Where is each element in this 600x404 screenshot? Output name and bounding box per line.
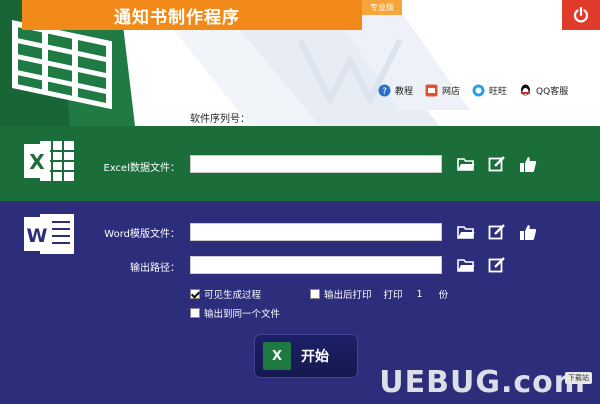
folder-icon: [457, 158, 475, 171]
link-tutorial[interactable]: ? 教程: [378, 84, 413, 97]
excel-open-folder-button[interactable]: [456, 154, 476, 174]
excel-like-button[interactable]: [518, 154, 538, 174]
excel-icon: X: [24, 141, 74, 181]
power-button[interactable]: [562, 0, 600, 30]
excel-file-input[interactable]: [190, 155, 442, 173]
print-after-checkbox[interactable]: [310, 289, 320, 299]
watermark: UEBUG.com: [379, 365, 586, 400]
shop-icon: [425, 84, 438, 97]
same-file-option[interactable]: 输出到同一个文件: [190, 306, 280, 320]
link-tutorial-label: 教程: [395, 87, 414, 97]
svg-text:X: X: [29, 150, 45, 174]
same-file-label: 输出到同一个文件: [204, 309, 281, 320]
link-wangwang-label: 旺旺: [489, 87, 508, 97]
start-button-label: 开始: [301, 349, 329, 365]
copies-value[interactable]: 1: [417, 289, 423, 300]
qq-icon: [519, 84, 532, 97]
output-open-folder-button[interactable]: [456, 255, 476, 275]
word-edit-button[interactable]: [487, 222, 507, 242]
excel-edit-button[interactable]: [487, 154, 507, 174]
title-bar: 通知书制作程序: [22, 0, 362, 30]
wangwang-icon: [472, 84, 485, 97]
word-icon: W: [24, 214, 74, 254]
word-like-button[interactable]: [518, 222, 538, 242]
header: 通知书制作程序 专业版 ? 教程 网店 旺旺 QQ客服 软件序列号：: [0, 0, 600, 126]
word-template-input[interactable]: [190, 223, 442, 241]
tutorial-icon: ?: [378, 84, 391, 97]
output-path-label: 输出路径：: [130, 263, 180, 274]
folder-icon: [457, 259, 475, 272]
header-links: ? 教程 网店 旺旺 QQ客服: [378, 84, 568, 97]
copies-unit: 份: [438, 290, 449, 301]
thumbs-up-icon: [520, 157, 537, 172]
watermark-tag: 下载站: [565, 372, 592, 384]
print-after-option[interactable]: 输出后打印 打印 1 份: [310, 287, 448, 301]
app-window: 通知书制作程序 专业版 ? 教程 网店 旺旺 QQ客服 软件序列号： X Exc…: [0, 0, 600, 404]
print-label: 打印: [383, 290, 403, 301]
svg-text:W: W: [27, 225, 48, 247]
excel-section: X Excel数据文件：: [0, 126, 600, 201]
same-file-checkbox[interactable]: [190, 308, 200, 318]
visible-process-option[interactable]: 可见生成过程: [190, 287, 261, 301]
folder-icon: [457, 226, 475, 239]
power-icon: [573, 6, 589, 23]
word-open-folder-button[interactable]: [456, 222, 476, 242]
visible-process-label: 可见生成过程: [204, 290, 262, 301]
serial-number-label: 软件序列号：: [190, 114, 250, 125]
link-shop[interactable]: 网店: [425, 84, 460, 97]
print-after-label: 输出后打印: [324, 290, 372, 301]
link-qq-label: QQ客服: [536, 87, 569, 97]
excel-icon: X: [263, 342, 291, 370]
link-qq[interactable]: QQ客服: [519, 84, 568, 97]
visible-process-checkbox[interactable]: [190, 289, 200, 299]
edition-badge: 专业版: [362, 0, 402, 15]
link-wangwang[interactable]: 旺旺: [472, 84, 507, 97]
app-title: 通知书制作程序: [114, 7, 240, 28]
excel-file-label: Excel数据文件：: [103, 163, 181, 174]
svg-text:?: ?: [382, 87, 387, 97]
output-path-input[interactable]: [190, 256, 442, 274]
edit-icon: [488, 224, 505, 240]
edit-icon: [488, 156, 505, 172]
thumbs-up-icon: [520, 225, 537, 240]
edit-icon: [488, 257, 505, 273]
word-template-label: Word模版文件：: [104, 229, 180, 240]
output-edit-button[interactable]: [487, 255, 507, 275]
start-button[interactable]: X 开始: [254, 334, 358, 378]
link-shop-label: 网店: [442, 87, 461, 97]
